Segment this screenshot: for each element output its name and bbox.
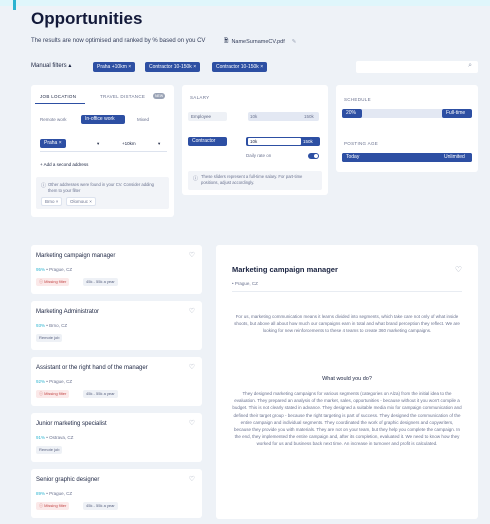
salary-tag: 45k - 55k a year <box>83 502 118 510</box>
detail-location: • Prague, CZ <box>232 281 258 286</box>
schedule-panel: SCHEDULE 20% Full-time POSTING AGE Today… <box>336 85 478 172</box>
add-address-link[interactable]: + Add a second address <box>40 162 88 167</box>
page-subtitle: The results are now optimised and ranked… <box>31 38 206 44</box>
job-title: Marketing Administrator <box>36 309 100 315</box>
missing-filter-tag: ⓘ Missing filter <box>36 390 70 398</box>
job-title: Marketing campaign manager <box>36 253 116 259</box>
employee-min: 10k <box>250 114 258 119</box>
job-meta: 95% • Prague, CZ <box>36 267 73 272</box>
accent-bar <box>13 0 16 10</box>
missing-filter-tag: ⓘ Missing filter <box>36 278 70 286</box>
detail-question: What would you do? <box>322 376 372 382</box>
contractor-max: 150k <box>303 139 313 144</box>
heart-icon[interactable]: ♡ <box>189 307 195 315</box>
job-card[interactable]: Junior marketing specialist 91% • Ostrav… <box>31 413 202 462</box>
heart-icon[interactable]: ♡ <box>189 251 195 259</box>
manual-filters-toggle[interactable]: Manual filters ▴ <box>31 62 71 69</box>
detail-body: They designed marketing campaigns for va… <box>232 391 462 447</box>
schedule-label: SCHEDULE <box>344 97 371 102</box>
heart-icon[interactable]: ♡ <box>189 363 195 371</box>
page-title: Opportunities <box>31 9 143 28</box>
daily-rate-label: Daily rate on <box>246 153 272 158</box>
suggestion-info: Other addresses were found in your CV. C… <box>48 182 154 193</box>
job-detail-panel: Marketing campaign manager • Prague, CZ … <box>216 245 478 519</box>
city-dropdown-icon[interactable]: ▾ <box>97 141 99 147</box>
job-card[interactable]: Senior graphic designer 89% • Prague, CZ… <box>31 469 202 518</box>
salary-info-text: These sliders represent a full-time sala… <box>201 174 303 185</box>
new-badge: NEW <box>153 93 166 99</box>
remote-tag: Remote job <box>36 334 63 342</box>
tab-underline <box>35 103 85 104</box>
search-input[interactable]: ⌕ <box>356 61 478 73</box>
job-meta: 92% • Prague, CZ <box>36 379 73 384</box>
employee-max: 150k <box>304 114 314 119</box>
top-banner <box>0 0 490 6</box>
heart-icon[interactable]: ♡ <box>455 265 462 274</box>
job-title: Senior graphic designer <box>36 477 100 483</box>
info-icon: ⓘ <box>193 176 199 182</box>
chevron-down-icon[interactable]: ▾ <box>158 141 160 147</box>
salary-panel: SALARY Employee 10k 150k Contractor 10k … <box>182 85 328 195</box>
posting-age-label: POSTING AGE <box>344 141 379 146</box>
posting-max[interactable]: Unlimited <box>442 153 472 162</box>
detail-title: Marketing campaign manager <box>232 265 338 274</box>
heart-icon[interactable]: ♡ <box>189 419 195 427</box>
divider <box>232 291 462 292</box>
city-tag[interactable]: Praha × <box>40 139 66 148</box>
cv-chip[interactable]: 🗎 NameSurnameCV.pdf ✎ <box>224 37 296 46</box>
job-title: Assistant or the right hand of the manag… <box>36 365 148 371</box>
divider <box>40 151 167 152</box>
job-card[interactable]: Assistant or the right hand of the manag… <box>31 357 202 406</box>
mode-mixed[interactable]: Mixed <box>137 117 149 122</box>
filter-tag[interactable]: Contractor 10-150k × <box>145 62 201 72</box>
job-title: Junior marketing specialist <box>36 421 107 427</box>
location-panel: JOB LOCATION TRAVEL DISTANCE NEW Remote … <box>31 85 174 217</box>
salary-tag: 45k - 55k a year <box>83 390 118 398</box>
suggestion-tag[interactable]: Olomouc × <box>66 197 96 206</box>
detail-intro: For us, marketing communication means it… <box>234 314 460 334</box>
job-meta: 89% • Prague, CZ <box>36 491 73 496</box>
mode-in-office[interactable]: In-office work <box>81 115 125 124</box>
job-meta: 93% • Brno, CZ <box>36 323 68 328</box>
schedule-max[interactable]: Full-time <box>442 109 472 118</box>
file-icon: 🗎 <box>224 38 229 44</box>
contractor-label[interactable]: Contractor <box>188 137 227 146</box>
radius-select[interactable]: +10km <box>122 141 136 146</box>
job-meta: 91% • Ostrava, CZ <box>36 435 74 440</box>
posting-min[interactable]: Today <box>342 153 368 162</box>
missing-filter-tag: ⓘ Missing filter <box>36 502 70 510</box>
cv-filename: NameSurnameCV.pdf <box>231 38 285 45</box>
contractor-min: 10k <box>250 139 258 144</box>
remote-tag: Remote job <box>36 446 63 454</box>
schedule-min[interactable]: 20% <box>342 109 362 118</box>
tab-job-location[interactable]: JOB LOCATION <box>40 94 76 99</box>
chevron-up-icon: ▴ <box>68 63 72 69</box>
salary-label: SALARY <box>190 95 210 100</box>
salary-tag: 45k - 55k a year <box>83 278 118 286</box>
suggestion-tag[interactable]: Brno × <box>41 197 63 206</box>
info-icon: ⓘ <box>41 183 47 189</box>
filter-tag[interactable]: Contractor 10-150k × <box>212 62 268 72</box>
tab-travel-distance[interactable]: TRAVEL DISTANCE <box>100 94 145 99</box>
employee-label[interactable]: Employee <box>188 112 227 121</box>
address-suggestions: ⓘ Other addresses were found in your CV.… <box>36 177 169 209</box>
edit-icon[interactable]: ✎ <box>292 39 297 45</box>
mode-remote[interactable]: Remote work <box>40 117 67 122</box>
search-icon[interactable]: ⌕ <box>468 62 472 70</box>
job-card[interactable]: Marketing campaign manager 95% • Prague,… <box>31 245 202 294</box>
daily-rate-toggle[interactable] <box>308 153 319 159</box>
job-card[interactable]: Marketing Administrator 93% • Brno, CZ R… <box>31 301 202 350</box>
heart-icon[interactable]: ♡ <box>189 475 195 483</box>
salary-info: ⓘ These sliders represent a full-time sa… <box>188 171 322 190</box>
filter-tag[interactable]: Praha +10km × <box>93 62 136 72</box>
